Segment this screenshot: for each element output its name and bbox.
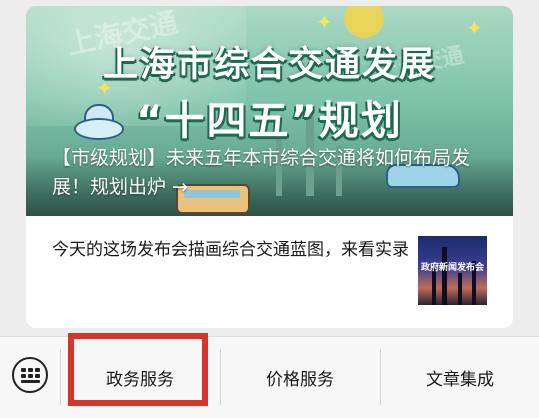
thumbnail-caption: 政府新闻发布会 <box>420 263 484 273</box>
secondary-article-text: 今天的这场发布会描画综合交通蓝图，来看实录 <box>52 240 409 260</box>
banner-image[interactable]: 上海交通 上海交通 ✦ ✦ ✦ 上海市综合交通发展 “十四五”规划 【市级规划】… <box>26 6 513 216</box>
banner-title-line2: “十四五”规划 <box>136 98 403 144</box>
secondary-article[interactable]: 今天的这场发布会描画综合交通蓝图，来看实录 政府新闻发布会 <box>26 216 513 328</box>
sun-graphic <box>344 6 384 38</box>
menu-item-government-services[interactable]: 政务服务 <box>61 337 219 418</box>
article-thumbnail: 政府新闻发布会 <box>418 236 487 305</box>
headline-link[interactable]: 【市级规划】未来五年本市综合交通将如何布局发展！规划出炉 → <box>52 144 492 202</box>
article-card: 上海交通 上海交通 ✦ ✦ ✦ 上海市综合交通发展 “十四五”规划 【市级规划】… <box>26 6 513 328</box>
menu-item-price-services[interactable]: 价格服务 <box>221 337 379 418</box>
menu-item-article-collection[interactable]: 文章集成 <box>381 337 539 418</box>
banner-title-line1: 上海市综合交通发展 <box>102 45 436 85</box>
bottom-menu-bar: 政务服务 价格服务 文章集成 <box>0 336 539 418</box>
keyboard-icon[interactable] <box>12 357 48 393</box>
sparkle-icon: ✦ <box>316 10 333 34</box>
